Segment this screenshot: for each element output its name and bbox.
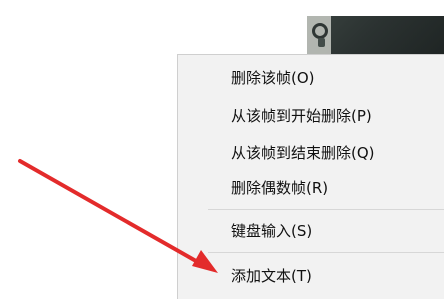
context-menu: 删除该帧(O) 从该帧到开始删除(P) 从该帧到结束删除(Q) 删除偶数帧(R)…: [177, 54, 444, 299]
menu-item-delete-frame[interactable]: 删除该帧(O): [231, 63, 315, 93]
menu-separator: [208, 209, 444, 210]
menu-item-keyboard-input[interactable]: 键盘输入(S): [231, 216, 312, 246]
menu-item-delete-to-start[interactable]: 从该帧到开始删除(P): [231, 101, 372, 131]
menu-separator-2: [208, 252, 444, 253]
annotation-arrow-line: [18, 159, 198, 263]
screenshot-stage: 删除该帧(O) 从该帧到开始删除(P) 从该帧到结束删除(Q) 删除偶数帧(R)…: [0, 0, 444, 299]
menu-item-add-text[interactable]: 添加文本(T): [231, 261, 312, 291]
frame-thumbnail-detail: [307, 16, 331, 54]
menu-item-delete-even-frames[interactable]: 删除偶数帧(R): [231, 173, 328, 203]
frame-thumbnail[interactable]: [307, 16, 444, 54]
menu-item-delete-to-end[interactable]: 从该帧到结束删除(Q): [231, 138, 375, 168]
